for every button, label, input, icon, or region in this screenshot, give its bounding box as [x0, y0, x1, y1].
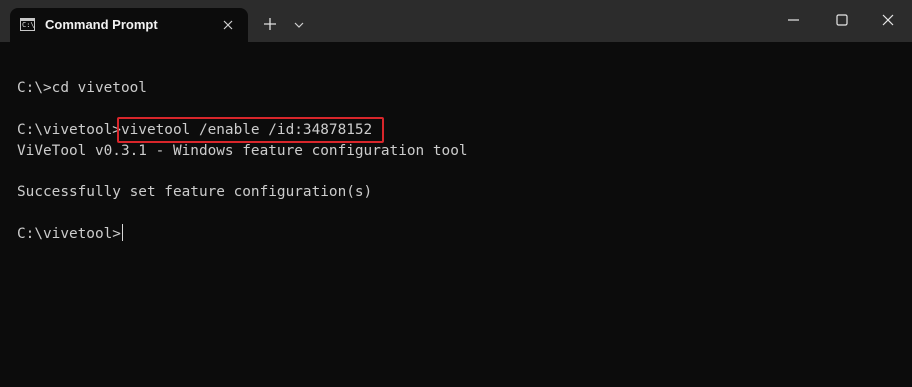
highlight-box — [116, 117, 385, 143]
console-line-prompt: C:\vivetool> — [17, 224, 123, 244]
close-button[interactable] — [876, 8, 900, 32]
command-prompt-window: C:\ Command Prompt C:\>cd vivetool C:\vi… — [0, 0, 912, 387]
new-tab-button[interactable] — [260, 14, 280, 34]
cmd-icon-glyph: C:\ — [22, 21, 35, 29]
tab-dropdown-button[interactable] — [292, 17, 306, 31]
tab-title: Command Prompt — [45, 17, 158, 32]
console-line: Successfully set feature configuration(s… — [17, 184, 373, 200]
console-prompt: C:\vivetool> — [17, 122, 121, 138]
tab-command-prompt[interactable]: C:\ Command Prompt — [10, 8, 248, 42]
minimize-button[interactable] — [782, 8, 806, 32]
maximize-icon — [836, 14, 848, 26]
console-line: C:\>cd vivetool — [17, 80, 147, 96]
tab-close-button[interactable] — [220, 17, 236, 33]
console-line: ViVeTool v0.3.1 - Windows feature config… — [17, 143, 468, 159]
minimize-icon — [788, 19, 799, 21]
chevron-down-icon — [294, 22, 304, 28]
text-cursor — [121, 224, 123, 241]
highlighted-command: vivetool /enable /id:34878152 — [116, 117, 385, 143]
plus-icon — [264, 18, 276, 30]
cmd-icon: C:\ — [20, 18, 35, 31]
console-line-command: C:\vivetool> vivetool /enable /id:3487815… — [17, 117, 385, 143]
maximize-button[interactable] — [830, 8, 854, 32]
console-output[interactable]: C:\>cd vivetool C:\vivetool> vivetool /en… — [0, 42, 912, 387]
close-icon — [882, 14, 894, 26]
console-prompt: C:\vivetool> — [17, 226, 121, 242]
close-icon — [223, 20, 233, 30]
title-bar[interactable]: C:\ Command Prompt — [0, 0, 912, 42]
